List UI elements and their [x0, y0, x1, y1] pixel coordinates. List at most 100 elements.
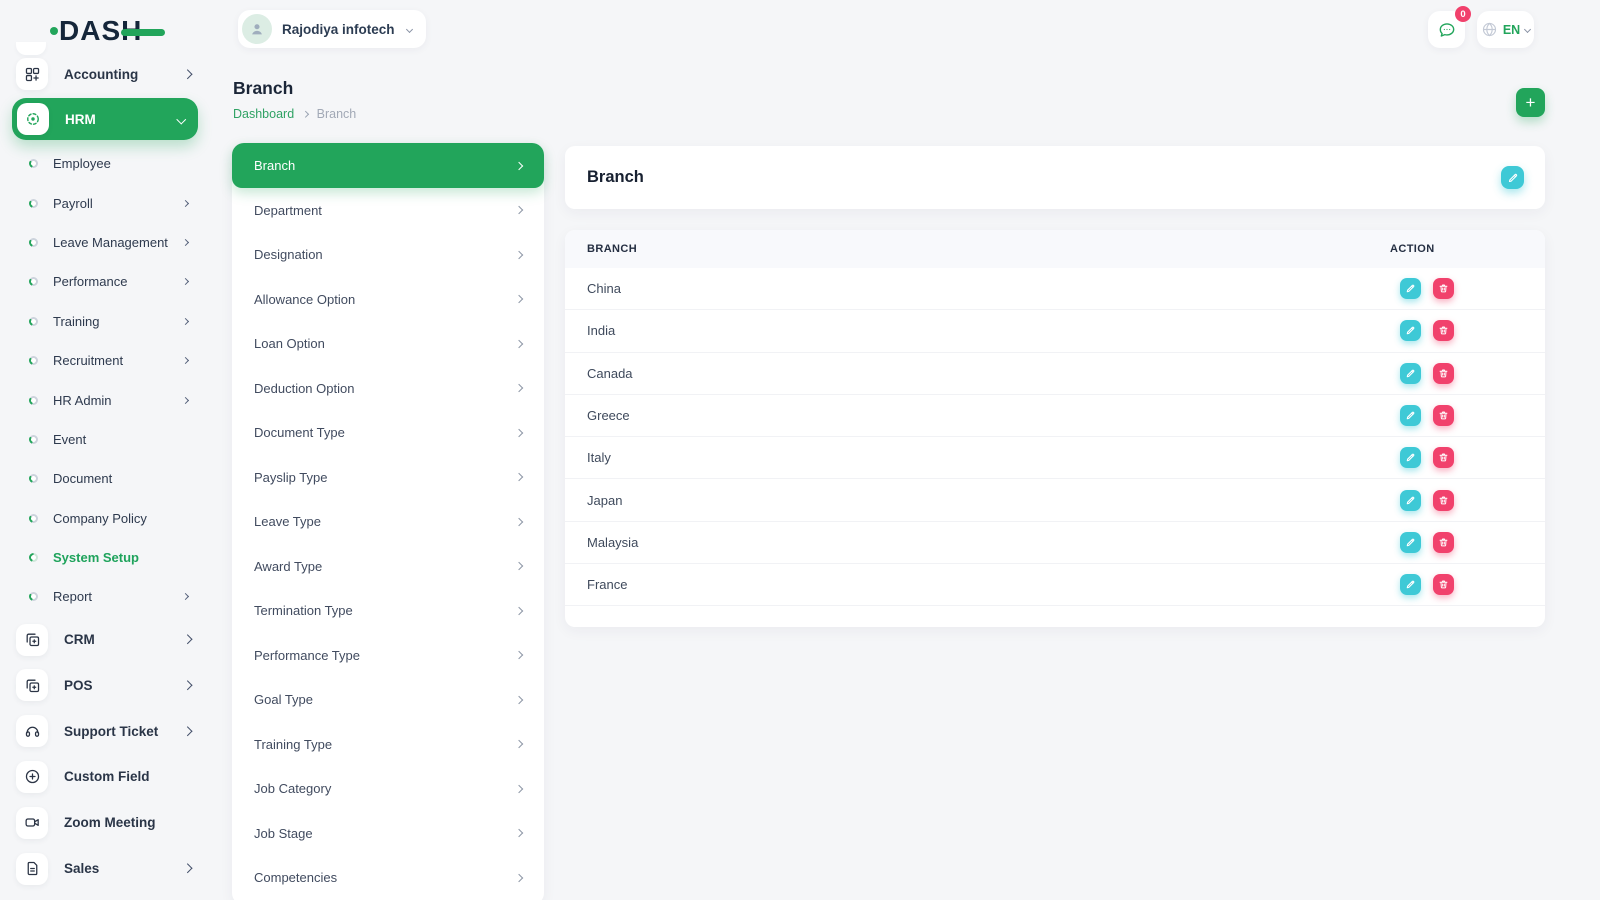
sidebar-item-label: Recruitment — [53, 353, 123, 368]
row-edit-button[interactable] — [1400, 363, 1421, 384]
company-name: Rajodiya infotech — [282, 22, 395, 37]
sidebar-item-crm[interactable]: CRM — [12, 617, 198, 663]
sidebar-item-label: Training — [53, 314, 99, 329]
row-edit-button[interactable] — [1400, 574, 1421, 595]
sidebar-item-pos[interactable]: POS — [12, 662, 198, 708]
setup-item-label: Termination Type — [254, 603, 353, 618]
setup-item-training-type[interactable]: Training Type — [232, 722, 544, 767]
chevron-right-icon — [182, 318, 189, 325]
row-delete-button[interactable] — [1433, 532, 1454, 553]
row-delete-button[interactable] — [1433, 447, 1454, 468]
sidebar-item-payroll[interactable]: Payroll — [12, 183, 198, 222]
chevron-down-icon — [1524, 26, 1531, 33]
setup-item-termination-type[interactable]: Termination Type — [232, 589, 544, 634]
row-delete-button[interactable] — [1433, 490, 1454, 511]
row-edit-button[interactable] — [1400, 532, 1421, 553]
sidebar-item-custom-field[interactable]: Custom Field — [12, 754, 198, 800]
row-edit-button[interactable] — [1400, 490, 1421, 511]
setup-item-deduction-option[interactable]: Deduction Option — [232, 366, 544, 411]
sidebar-item-leave-management[interactable]: Leave Management — [12, 223, 198, 262]
setup-item-loan-option[interactable]: Loan Option — [232, 322, 544, 367]
trash-icon — [1438, 368, 1449, 379]
chevron-right-icon — [515, 740, 523, 748]
logo-dot-icon — [50, 27, 58, 35]
chevron-down-icon — [176, 114, 185, 123]
company-dropdown[interactable]: Rajodiya infotech — [238, 10, 426, 48]
setup-item-allowance-option[interactable]: Allowance Option — [232, 277, 544, 322]
setup-item-job-category[interactable]: Job Category — [232, 767, 544, 812]
row-edit-button[interactable] — [1400, 278, 1421, 299]
sidebar-item-company-policy[interactable]: Company Policy — [12, 499, 198, 538]
setup-item-label: Performance Type — [254, 648, 360, 663]
chevron-right-icon — [515, 562, 523, 570]
setup-item-department[interactable]: Department — [232, 188, 544, 233]
chevron-right-icon — [515, 874, 523, 882]
setup-item-label: Department — [254, 203, 322, 218]
setup-item-label: Job Stage — [254, 826, 313, 841]
row-delete-button[interactable] — [1433, 405, 1454, 426]
sidebar-item-label: Payroll — [53, 196, 93, 211]
setup-item-award-type[interactable]: Award Type — [232, 544, 544, 589]
setup-item-leave-type[interactable]: Leave Type — [232, 500, 544, 545]
row-delete-button[interactable] — [1433, 278, 1454, 299]
panel-title: Branch — [587, 168, 644, 187]
setup-item-performance-type[interactable]: Performance Type — [232, 633, 544, 678]
setup-item-document-type[interactable]: Document Type — [232, 411, 544, 456]
sidebar-item-label: Company Policy — [53, 511, 147, 526]
sidebar: Accounting HRM Employee Payroll Leave Ma… — [12, 52, 198, 891]
chevron-right-icon — [182, 357, 189, 364]
sidebar-item-performance[interactable]: Performance — [12, 262, 198, 301]
language-code: EN — [1503, 23, 1520, 37]
table-row: Greece — [565, 395, 1545, 437]
setup-item-label: Designation — [254, 247, 323, 262]
setup-item-branch[interactable]: Branch — [232, 143, 544, 188]
sidebar-item-event[interactable]: Event — [12, 420, 198, 459]
setup-item-goal-type[interactable]: Goal Type — [232, 678, 544, 723]
chevron-right-icon — [302, 111, 308, 117]
sidebar-item-report[interactable]: Report — [12, 577, 198, 616]
sidebar-item-label: CRM — [64, 632, 95, 647]
messages-button[interactable]: 0 — [1428, 11, 1465, 48]
sidebar-item-document[interactable]: Document — [12, 459, 198, 498]
row-actions — [1400, 363, 1454, 384]
breadcrumb-dashboard-link[interactable]: Dashboard — [233, 107, 294, 121]
sidebar-item-sales[interactable]: Sales — [12, 846, 198, 892]
setup-item-designation[interactable]: Designation — [232, 233, 544, 278]
setup-item-label: Training Type — [254, 737, 332, 752]
sidebar-item-label: Accounting — [64, 67, 138, 82]
chevron-right-icon — [515, 251, 523, 259]
sidebar-item-zoom-meeting[interactable]: Zoom Meeting — [12, 800, 198, 846]
setup-item-job-stage[interactable]: Job Stage — [232, 811, 544, 856]
row-delete-button[interactable] — [1433, 574, 1454, 595]
sidebar-item-support-ticket[interactable]: Support Ticket — [12, 708, 198, 754]
setup-item-label: Award Type — [254, 559, 322, 574]
row-actions — [1400, 574, 1454, 595]
chevron-right-icon — [182, 864, 191, 873]
branch-name: India — [587, 323, 1390, 338]
column-header-action: ACTION — [1390, 243, 1435, 255]
pencil-icon — [1405, 452, 1416, 463]
panel-edit-button[interactable] — [1501, 166, 1524, 189]
table-row: China — [565, 268, 1545, 310]
sidebar-item-employee[interactable]: Employee — [12, 144, 198, 183]
row-edit-button[interactable] — [1400, 320, 1421, 341]
sidebar-item-accounting[interactable]: Accounting — [12, 52, 198, 96]
copy-plus-icon — [16, 624, 48, 656]
add-branch-button[interactable]: + — [1516, 88, 1545, 117]
sidebar-item-hrm[interactable]: HRM — [12, 98, 198, 140]
setup-item-competencies[interactable]: Competencies — [232, 856, 544, 900]
row-delete-button[interactable] — [1433, 363, 1454, 384]
sidebar-item-hr-admin[interactable]: HR Admin — [12, 380, 198, 419]
sidebar-item-system-setup[interactable]: System Setup — [12, 538, 198, 577]
sidebar-item-training[interactable]: Training — [12, 302, 198, 341]
chevron-right-icon — [515, 429, 523, 437]
language-dropdown[interactable]: EN — [1477, 11, 1534, 48]
bullet-icon — [29, 317, 38, 326]
row-delete-button[interactable] — [1433, 320, 1454, 341]
setup-item-payslip-type[interactable]: Payslip Type — [232, 455, 544, 500]
row-edit-button[interactable] — [1400, 447, 1421, 468]
brand-logo: DASH — [50, 15, 165, 47]
row-edit-button[interactable] — [1400, 405, 1421, 426]
avatar — [242, 14, 272, 44]
sidebar-item-recruitment[interactable]: Recruitment — [12, 341, 198, 380]
